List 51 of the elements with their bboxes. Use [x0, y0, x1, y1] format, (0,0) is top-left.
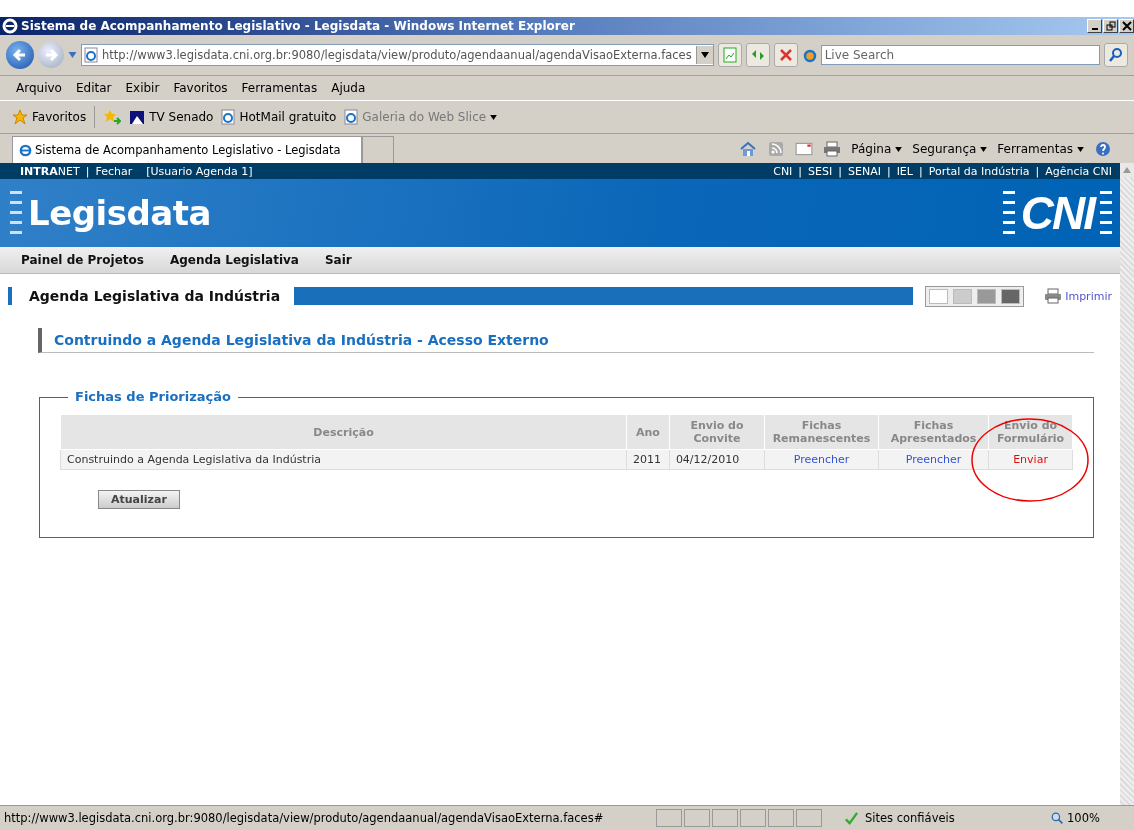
separator-text: |: [798, 164, 803, 178]
status-text: http://www3.legisdata.cni.org.br:9080/legisdata/view/produto/agendaanual/agendaVisaoExterna.faces#: [4, 811, 605, 825]
close-link[interactable]: Fechar: [95, 164, 133, 178]
menu-item[interactable]: Arquivo: [16, 81, 62, 95]
column-header: Ano: [626, 414, 670, 450]
nav-link[interactable]: Painel de Projetos: [21, 253, 144, 267]
favorite-link[interactable]: HotMail gratuito: [221, 109, 337, 125]
portal-link[interactable]: IEL: [896, 164, 913, 178]
separator-text: |: [1035, 164, 1040, 178]
command-menu[interactable]: Ferramentas: [997, 142, 1084, 156]
menu-item[interactable]: Editar: [75, 81, 112, 95]
refresh-button[interactable]: Atualizar: [98, 490, 180, 509]
brand-logo[interactable]: CNI: [1020, 186, 1094, 240]
address-field[interactable]: http://www3.legisdata.cni.org.br:9080/legisdata/view/produto/agendaanual/agendaVisaoExterna.faces: [81, 44, 714, 66]
separator-text: |: [838, 164, 842, 178]
column-header: Fichas Remanescentes: [764, 414, 879, 450]
intranet-link[interactable]: INTRANET: [20, 164, 80, 178]
fieldset-legend: Fichas de Priorização: [68, 389, 238, 404]
column-header: Fichas Apresentados: [878, 414, 989, 450]
security-zone: Sites confiáveis: [824, 810, 999, 826]
separator-text: |: [886, 164, 891, 178]
search-field[interactable]: Live Search: [820, 45, 1100, 65]
menu-item[interactable]: Ajuda: [331, 81, 366, 95]
nav-link[interactable]: Sair: [324, 253, 352, 267]
nav-link[interactable]: Agenda Legislativa: [169, 253, 299, 267]
column-header: Envio do Formulário: [988, 414, 1073, 450]
window-title: Sistema de Acompanhamento Legislativo - Legisdata - Windows Internet Explorer: [21, 19, 576, 33]
portal-link[interactable]: Agência CNI: [1045, 164, 1112, 178]
site-logo[interactable]: Legisdata: [28, 193, 211, 233]
favorite-link[interactable]: TV Senado: [129, 109, 214, 125]
command-menu[interactable]: Segurança: [912, 142, 988, 156]
portal-link[interactable]: SESI: [808, 164, 833, 178]
user-label: [Usuario Agenda 1]: [146, 164, 253, 178]
column-header: Descrição: [60, 414, 627, 450]
column-header: Envio do Convite: [669, 414, 765, 450]
menu-item[interactable]: Favoritos: [173, 81, 228, 95]
favorites-button[interactable]: Favoritos: [12, 109, 87, 125]
menu-item[interactable]: Ferramentas: [241, 81, 318, 95]
browser-tab[interactable]: Sistema de Acompanhamento Legislativo - Legisdata: [12, 136, 362, 163]
command-menu[interactable]: Página: [851, 142, 903, 156]
table-cell: Construindo a Agenda Legislativa da Indústria: [60, 449, 627, 470]
page-heading: Agenda Legislativa da Indústria: [29, 288, 281, 304]
portal-link[interactable]: CNI: [773, 164, 793, 178]
print-link[interactable]: Imprimir: [1044, 288, 1112, 304]
separator-text: |: [85, 164, 90, 178]
portal-link[interactable]: SENAI: [847, 164, 881, 178]
separator-text: |: [918, 164, 923, 178]
section-heading: Contruindo a Agenda Legislativa da Indústria - Acesso Externo: [54, 332, 549, 348]
menu-item[interactable]: Exibir: [125, 81, 160, 95]
zoom-level[interactable]: 100%: [1051, 811, 1100, 825]
portal-link[interactable]: Portal da Indústria: [928, 164, 1030, 178]
